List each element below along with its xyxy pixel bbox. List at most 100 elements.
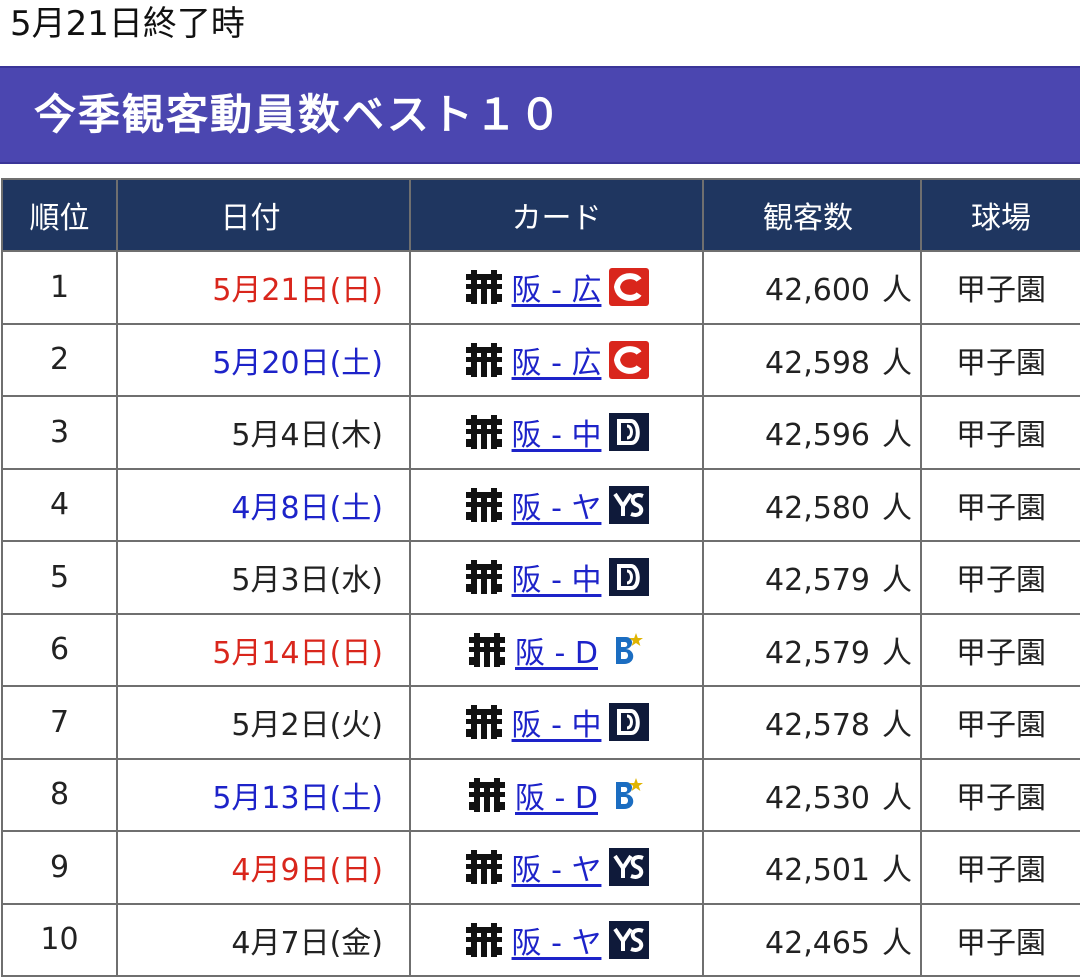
tigers-logo-icon (464, 341, 504, 379)
tigers-logo-icon (464, 848, 504, 886)
attendance-ranking-table: 順位 日付 カード 観客数 球場 1 5月21日(日) 阪 - 広 42,600 人甲子… (1, 178, 1080, 977)
attendance-unit: 人 (882, 490, 912, 526)
attendance-value: 42,579 (765, 563, 870, 599)
attendance-unit: 人 (882, 780, 912, 816)
stadium-cell: 甲子園 (920, 322, 1080, 397)
dragons-logo-icon (609, 703, 650, 742)
attendance-value: 42,578 (765, 708, 870, 744)
card-link[interactable]: 阪 - 中 (512, 700, 602, 744)
attendance-unit: 人 (882, 273, 912, 309)
card-cell: 阪 - 広 (409, 322, 704, 397)
card-cell: 阪 - 中 (409, 540, 704, 615)
table-row: 1 5月21日(日) 阪 - 広 42,600 人甲子園 (1, 250, 1080, 325)
card-cell: 阪 - 広 (409, 250, 704, 325)
table-row: 5 5月3日(水) 阪 - 中 42,579 人甲子園 (1, 540, 1080, 615)
attendance-cell: 42,530 人 (702, 757, 922, 832)
swallows-logo-icon (609, 920, 650, 959)
tigers-logo-icon (464, 486, 504, 524)
date-cell: 4月9日(日) (116, 830, 411, 905)
attendance-value: 42,598 (765, 345, 870, 381)
rank-cell: 3 (1, 395, 118, 470)
rank-cell: 4 (1, 467, 118, 542)
card-link[interactable]: 阪 - D (515, 773, 598, 817)
section-header: 今季観客動員数ベスト１０ (0, 66, 1080, 164)
tigers-logo-icon (467, 631, 507, 669)
table-row: 4 4月8日(土) 阪 - ヤ 42,580 人甲子園 (1, 467, 1080, 542)
attendance-unit: 人 (882, 925, 912, 961)
swallows-logo-icon (609, 848, 650, 887)
baystars-logo-icon (606, 631, 646, 669)
date-cell: 5月20日(土) (116, 322, 411, 397)
attendance-cell: 42,501 人 (702, 830, 922, 905)
attendance-unit: 人 (882, 418, 912, 454)
carp-logo-icon (609, 340, 650, 379)
rank-cell: 6 (1, 612, 118, 687)
attendance-cell: 42,579 人 (702, 540, 922, 615)
tigers-logo-icon (464, 268, 504, 306)
update-note: 5月21日終了時 (10, 4, 245, 44)
game-date: 5月14日(日) (212, 635, 383, 671)
game-date: 5月3日(水) (231, 563, 383, 599)
card-link[interactable]: 阪 - 中 (512, 555, 602, 599)
game-date: 4月9日(日) (231, 853, 383, 889)
dragons-logo-icon (609, 413, 650, 452)
card-link[interactable]: 阪 - ヤ (512, 845, 602, 889)
card-cell: 阪 - ヤ (409, 902, 704, 977)
table-row: 9 4月9日(日) 阪 - ヤ 42,501 人甲子園 (1, 830, 1080, 905)
table-row: 6 5月14日(日) 阪 - D 42,579 人甲子園 (1, 612, 1080, 687)
column-header-stadium: 球場 (920, 178, 1080, 252)
tigers-logo-icon (464, 558, 504, 596)
card-link[interactable]: 阪 - ヤ (512, 918, 602, 962)
table-row: 10 4月7日(金) 阪 - ヤ 42,465 人甲子園 (1, 902, 1080, 977)
rank-cell: 5 (1, 540, 118, 615)
card-link[interactable]: 阪 - 中 (512, 410, 602, 454)
stadium-cell: 甲子園 (920, 685, 1080, 760)
section-title: 今季観客動員数ベスト１０ (34, 90, 563, 139)
attendance-cell: 42,580 人 (702, 467, 922, 542)
date-cell: 5月14日(日) (116, 612, 411, 687)
attendance-cell: 42,579 人 (702, 612, 922, 687)
table-row: 7 5月2日(火) 阪 - 中 42,578 人甲子園 (1, 685, 1080, 760)
stadium-cell: 甲子園 (920, 395, 1080, 470)
attendance-value: 42,596 (765, 418, 870, 454)
game-date: 5月4日(木) (231, 418, 383, 454)
date-cell: 5月2日(火) (116, 685, 411, 760)
tigers-logo-icon (467, 776, 507, 814)
stadium-cell: 甲子園 (920, 612, 1080, 687)
attendance-value: 42,465 (765, 925, 870, 961)
dragons-logo-icon (609, 558, 650, 597)
game-date: 4月8日(土) (231, 490, 383, 526)
card-link[interactable]: 阪 - ヤ (512, 483, 602, 527)
column-header-rank: 順位 (1, 178, 118, 252)
attendance-unit: 人 (882, 563, 912, 599)
attendance-value: 42,530 (765, 780, 870, 816)
tigers-logo-icon (464, 703, 504, 741)
attendance-cell: 42,578 人 (702, 685, 922, 760)
attendance-cell: 42,465 人 (702, 902, 922, 977)
attendance-value: 42,580 (765, 490, 870, 526)
stadium-cell: 甲子園 (920, 250, 1080, 325)
card-link[interactable]: 阪 - 広 (512, 265, 602, 309)
column-header-attendance: 観客数 (702, 178, 922, 252)
card-cell: 阪 - ヤ (409, 830, 704, 905)
stadium-cell: 甲子園 (920, 467, 1080, 542)
card-cell: 阪 - D (409, 612, 704, 687)
tigers-logo-icon (464, 413, 504, 451)
date-cell: 4月7日(金) (116, 902, 411, 977)
attendance-unit: 人 (882, 345, 912, 381)
date-cell: 5月21日(日) (116, 250, 411, 325)
column-header-card: カード (409, 178, 704, 252)
stadium-cell: 甲子園 (920, 902, 1080, 977)
rank-cell: 7 (1, 685, 118, 760)
card-link[interactable]: 阪 - D (515, 628, 598, 672)
game-date: 5月20日(土) (212, 345, 383, 381)
game-date: 4月7日(金) (231, 925, 383, 961)
stadium-cell: 甲子園 (920, 540, 1080, 615)
card-link[interactable]: 阪 - 広 (512, 338, 602, 382)
table-header-row: 順位 日付 カード 観客数 球場 (1, 178, 1080, 252)
table-row: 2 5月20日(土) 阪 - 広 42,598 人甲子園 (1, 322, 1080, 397)
game-date: 5月2日(火) (231, 708, 383, 744)
baystars-logo-icon (606, 776, 646, 814)
carp-logo-icon (609, 268, 650, 307)
attendance-unit: 人 (882, 708, 912, 744)
